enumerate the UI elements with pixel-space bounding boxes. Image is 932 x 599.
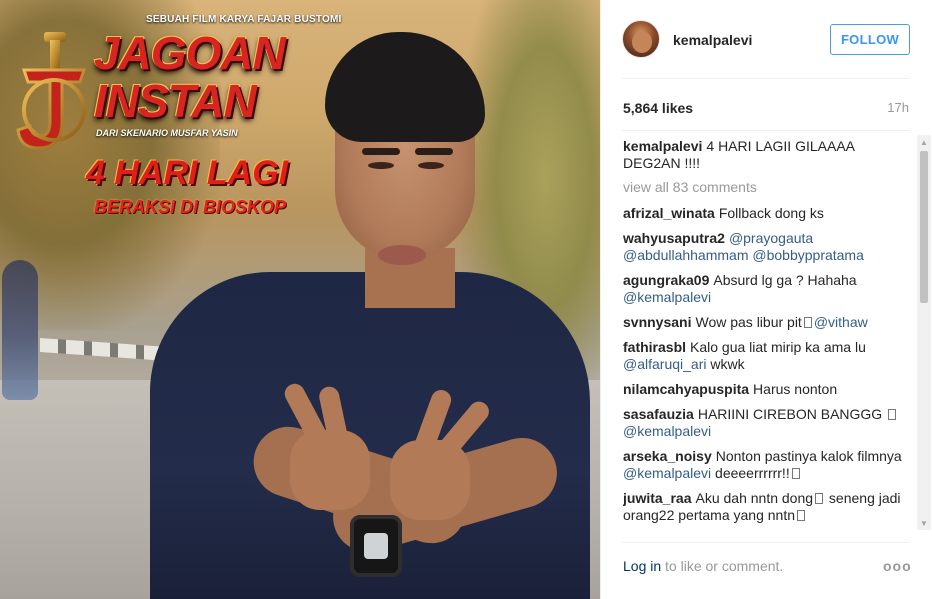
comment-mention[interactable]: @vithaw [814,314,868,330]
divider [622,130,910,131]
comment-username[interactable]: wahyusaputra2 [623,230,725,246]
comment-text: Harus nonton [753,381,838,397]
likes-count[interactable]: 5,864 likes [623,100,693,116]
emoji-placeholder-icon [797,510,806,521]
list-item: fathirasbl Kalo gua liat mirip ka ama lu … [623,339,915,373]
login-prompt-text: to like or comment. [665,558,784,574]
post-caption: kemalpalevi 4 HARI LAGII GILAAAA DEG2AN !… [623,138,915,172]
emoji-placeholder-icon [791,468,800,479]
comment-text: Wow pas libur pit [695,314,802,330]
login-link[interactable]: Log in [623,558,661,574]
comment-text-tail: deeeerrrrrr!! [715,465,790,481]
comment-text-tail: wkwk [710,356,745,372]
comment-mention[interactable]: @kemalpalevi [623,289,711,305]
avatar[interactable] [622,20,660,58]
list-item: svnnysani Wow pas libur pit @vithaw [623,314,915,331]
comment-username[interactable]: afrizal_winata [623,205,715,221]
more-options-icon[interactable]: ooo [883,558,912,574]
scroll-down-icon[interactable]: ▼ [917,516,931,530]
poster-showing: BERAKSI DI BIOSKOP [94,197,287,217]
movie-poster-overlay: SEBUAH FILM KARYA FAJAR BUSTOMI JAGOAN I… [10,8,341,228]
scrollbar-thumb[interactable] [920,151,928,303]
follow-button[interactable]: FOLLOW [830,24,910,55]
movie-logo-icon [16,32,87,150]
comment-text: Nonton pastinya kalok filmnya [715,448,902,464]
divider [622,542,910,543]
comments-scrollbar[interactable]: ▲ ▼ [917,135,931,530]
divider [622,78,910,79]
comment-username[interactable]: fathirasbl [623,339,686,355]
comment-username[interactable]: arseka_noisy [623,448,712,464]
comment-username[interactable]: kemalpalevi [623,138,702,154]
comment-username[interactable]: svnnysani [623,314,691,330]
post-side-panel: kemalpalevi FOLLOW 5,864 likes 17h kemal… [600,0,932,599]
comment-text: Absurd lg ga ? Hahaha [713,272,857,288]
poster-title-line2: INSTAN [94,75,257,127]
list-item: sasafauzia HARIINI CIREBON BANGGG @kemalp… [623,406,915,440]
person-hair [325,32,485,142]
comment-mention[interactable]: @alfaruqi_ari [623,356,706,372]
wristwatch [350,515,402,577]
person-brow-right [415,148,453,155]
person-eye-left [368,162,394,169]
scroll-up-icon[interactable]: ▲ [917,135,931,149]
poster-credit: SEBUAH FILM KARYA FAJAR BUSTOMI [146,14,342,25]
comments-list[interactable]: kemalpalevi 4 HARI LAGII GILAAAA DEG2AN !… [623,138,915,530]
comment-text: Aku dah nntn dong [695,490,814,506]
post-timestamp[interactable]: 17h [887,100,909,115]
post-username[interactable]: kemalpalevi [673,32,752,48]
person-brow-left [362,148,400,155]
post-photo[interactable]: SEBUAH FILM KARYA FAJAR BUSTOMI JAGOAN I… [0,0,600,599]
comment-username[interactable]: sasafauzia [623,406,694,422]
list-item: agungraka09 Absurd lg ga ? Hahaha @kemalp… [623,272,915,306]
person-lips [378,245,426,265]
comment-username[interactable]: juwita_raa [623,490,691,506]
comment-text: Follback dong ks [718,205,824,221]
comment-mention[interactable]: @kemalpalevi [623,465,711,481]
comment-mention[interactable]: @kemalpalevi [623,423,711,439]
poster-countdown: 4 HARI LAGI [86,154,289,192]
list-item: juwita_raa Aku dah nntn dong seneng jadi … [623,490,915,524]
emoji-placeholder-icon [815,493,824,504]
comment-text: HARIINI CIREBON BANGGG [697,406,883,422]
emoji-placeholder-icon [803,317,812,328]
list-item: nilamcahyapuspita Harus nonton [623,381,915,398]
view-all-comments-link[interactable]: view all 83 comments [623,179,915,195]
list-item: arseka_noisy Nonton pastinya kalok filmny… [623,448,915,482]
post-header: kemalpalevi FOLLOW [601,0,932,78]
comment-text: Kalo gua liat mirip ka ama lu [690,339,866,355]
list-item: wahyusaputra2 @prayogauta @abdullahhammam… [623,230,915,264]
comment-username[interactable]: agungraka09 [623,272,709,288]
person-eye-right [418,162,444,169]
comment-username[interactable]: nilamcahyapuspita [623,381,749,397]
emoji-placeholder-icon [888,409,897,420]
login-prompt: Log in to like or comment. [623,558,783,574]
list-item: afrizal_winata Follback dong ks [623,205,915,222]
background-pedestrian [2,260,38,400]
poster-title-line1: JAGOAN [94,27,286,79]
poster-script-credit: DARI SKENARIO MUSFAR YASIN [96,128,238,138]
